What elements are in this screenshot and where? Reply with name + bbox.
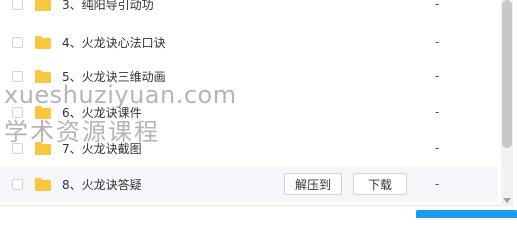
file-name[interactable]: 3、纯阳导引动功 xyxy=(62,0,154,13)
file-size: - xyxy=(435,0,440,11)
row-checkbox[interactable] xyxy=(12,70,23,82)
row-checkbox[interactable] xyxy=(12,36,23,48)
folder-icon xyxy=(35,35,51,49)
file-size: - xyxy=(435,69,440,83)
file-size: - xyxy=(435,35,440,49)
primary-action-button[interactable] xyxy=(416,210,517,218)
file-row[interactable]: 3、纯阳导引动功 - xyxy=(0,0,498,14)
file-name[interactable]: 4、火龙诀心法口诀 xyxy=(62,34,166,51)
unzip-button[interactable]: 解压到 xyxy=(284,173,342,195)
file-size: - xyxy=(435,177,440,191)
scroll-down-arrow-icon[interactable] xyxy=(503,198,511,203)
file-row[interactable]: 4、火龙诀心法口诀 - xyxy=(0,24,498,60)
watermark-text: 学术资源课程 xyxy=(4,118,160,146)
row-checkbox[interactable] xyxy=(12,0,23,10)
file-row-hovered[interactable]: 8、火龙诀答疑 解压到 下载 - xyxy=(0,166,498,202)
download-button[interactable]: 下载 xyxy=(353,173,407,195)
folder-icon xyxy=(35,177,51,191)
file-size: - xyxy=(435,141,440,155)
file-size: - xyxy=(435,105,440,119)
list-divider xyxy=(0,205,500,206)
scrollbar-thumb[interactable] xyxy=(502,0,512,148)
folder-icon xyxy=(35,0,51,11)
watermark-url: xueshuziyuan.com xyxy=(4,81,237,109)
row-checkbox[interactable] xyxy=(12,178,23,190)
file-name[interactable]: 8、火龙诀答疑 xyxy=(62,176,142,193)
